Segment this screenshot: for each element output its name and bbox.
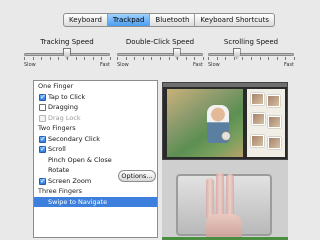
slider-tick — [233, 57, 235, 60]
slider-tick — [67, 57, 68, 60]
double-click-speed-min: Slow — [117, 62, 129, 68]
hand-icon — [204, 166, 244, 240]
scroll-row[interactable]: Scroll — [34, 144, 157, 155]
finger — [216, 172, 224, 218]
slider-tick — [41, 57, 43, 60]
thumbnail-image — [268, 137, 281, 149]
slider-tick — [168, 57, 170, 60]
tracking-speed-ticks — [24, 57, 111, 61]
thumbnail-image — [267, 95, 280, 107]
swipe-to-navigate-row[interactable]: Swipe to Navigate — [34, 196, 157, 207]
scrolling-speed-ticks — [208, 57, 295, 61]
scrolling-speed-slider[interactable] — [208, 48, 294, 59]
tap-to-click-row[interactable]: Tap to Click — [34, 92, 157, 102]
scrolling-speed-max: Fast — [283, 62, 294, 68]
slider-tick — [58, 57, 60, 60]
tap-to-click-checkbox[interactable] — [39, 92, 46, 102]
double-click-speed-range: Slow Fast — [117, 62, 203, 68]
tap-to-click-label: Tap to Click — [48, 92, 86, 101]
slider-tick — [92, 57, 94, 60]
slider-tick — [117, 57, 118, 60]
scroll-label: Scroll — [48, 145, 66, 153]
gesture-list: One Finger Tap to Click Dragging Drag Lo… — [33, 80, 158, 238]
slider-tick — [268, 57, 270, 60]
preference-tabs: Keyboard Trackpad Bluetooth Keyboard Sho… — [63, 13, 275, 27]
tracking-speed-min: Slow — [24, 62, 36, 68]
photo-thumbnails — [247, 89, 285, 157]
scroll-checkbox[interactable] — [39, 144, 46, 155]
tracking-speed-label: Tracking Speed — [40, 38, 94, 46]
tracking-speed-max: Fast — [99, 62, 110, 68]
drag-lock-row: Drag Lock — [34, 113, 157, 124]
pinch-open-close-row[interactable]: Pinch Open & Close — [34, 155, 157, 166]
slider-tick — [203, 57, 204, 60]
scrolling-speed-min: Slow — [208, 62, 220, 68]
tab-trackpad[interactable]: Trackpad — [107, 14, 151, 26]
drag-lock-label: Drag Lock — [48, 113, 81, 122]
demo-menu-bar — [163, 83, 287, 87]
slider-tick — [75, 57, 77, 60]
options-button[interactable]: Options... — [118, 170, 156, 182]
slider-tick — [276, 57, 278, 60]
photo-icon — [167, 89, 243, 157]
screen-zoom-label: Screen Zoom — [48, 176, 92, 185]
slider-tick — [49, 57, 51, 60]
slider-tick — [151, 57, 153, 60]
slider-tick — [242, 57, 244, 60]
demo-screen — [162, 82, 288, 160]
slider-tick — [84, 57, 86, 60]
finger — [226, 174, 234, 218]
dragging-row[interactable]: Dragging — [34, 102, 157, 113]
dragging-checkbox[interactable] — [39, 104, 46, 111]
secondary-click-checkbox[interactable] — [39, 134, 46, 144]
slider-tick — [160, 57, 161, 60]
thumbnail-image — [268, 116, 281, 128]
dragging-label: Dragging — [48, 103, 78, 111]
double-click-speed-ticks — [117, 57, 204, 61]
double-click-speed-label: Double-Click Speed — [125, 38, 195, 46]
slider-tick — [208, 57, 209, 60]
slider-tick — [216, 57, 218, 60]
slider-tick — [185, 57, 187, 60]
slider-tick — [177, 57, 179, 60]
thumbnail-image — [252, 113, 265, 125]
scrolling-speed-label: Scrolling Speed — [223, 38, 279, 46]
slider-tick — [101, 57, 103, 60]
scrolling-speed-control: Scrolling Speed Slow Fast — [208, 38, 295, 68]
slider-tick — [285, 57, 287, 60]
tracking-speed-range: Slow Fast — [24, 62, 110, 68]
tracking-speed-control: Tracking Speed Slow Fast — [24, 38, 111, 68]
slider-tick — [110, 57, 111, 60]
gesture-demo-video — [162, 82, 288, 240]
double-click-speed-control: Double-Click Speed Slow Fast — [117, 38, 204, 68]
slider-tick — [134, 57, 136, 60]
secondary-click-label: Secondary Click — [48, 134, 100, 143]
slider-tick — [294, 57, 295, 60]
screen-zoom-checkbox[interactable] — [39, 176, 46, 186]
tab-keyboard[interactable]: Keyboard — [64, 14, 108, 26]
photo-ball — [221, 131, 231, 141]
three-fingers-header: Three Fingers — [38, 187, 83, 195]
slider-tick — [194, 57, 196, 60]
finger — [206, 178, 214, 218]
slider-tick — [251, 57, 252, 60]
tracking-speed-slider[interactable] — [24, 48, 110, 59]
slider-tick — [32, 57, 34, 60]
slider-tick — [225, 57, 227, 60]
thumbnail-image — [251, 93, 264, 105]
slider-tick — [259, 57, 261, 60]
double-click-speed-slider[interactable] — [117, 48, 203, 59]
tab-keyboard-shortcuts[interactable]: Keyboard Shortcuts — [195, 14, 274, 26]
thumbnail-image — [251, 135, 264, 147]
scrolling-speed-range: Slow Fast — [208, 62, 294, 68]
slider-tick — [142, 57, 144, 60]
two-fingers-header: Two Fingers — [38, 124, 76, 132]
slider-tick — [24, 57, 25, 60]
slider-tick — [125, 57, 127, 60]
double-click-speed-max: Fast — [192, 62, 203, 68]
drag-lock-checkbox — [39, 114, 46, 122]
secondary-click-row[interactable]: Secondary Click — [34, 134, 157, 144]
tab-bluetooth[interactable]: Bluetooth — [150, 14, 196, 26]
one-finger-header: One Finger — [38, 82, 74, 90]
